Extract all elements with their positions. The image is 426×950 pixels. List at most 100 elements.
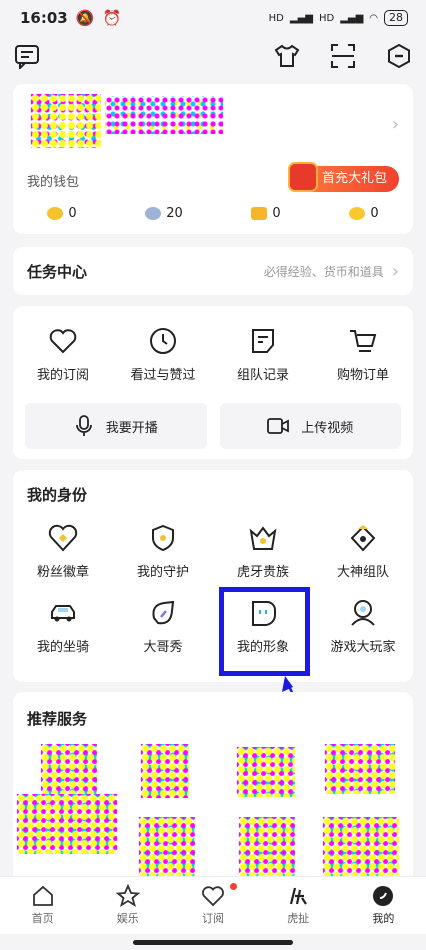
- tab-subscribe[interactable]: 订阅: [170, 877, 255, 934]
- identity-label: 我的守护: [136, 565, 189, 580]
- shortcuts-card: 我的订阅 看过与赞过 组队记录 购物订单 我要开播 上传视频: [13, 306, 413, 459]
- service-icon-pixelated[interactable]: [17, 794, 117, 854]
- tab-label: 订阅: [202, 912, 224, 925]
- shirt-icon[interactable]: [274, 43, 300, 69]
- shortcut-label: 组队记录: [236, 368, 289, 383]
- identity-label: 大哥秀: [143, 640, 183, 655]
- identity-title: 我的身份: [27, 486, 88, 504]
- identity-card: 我的身份 粉丝徽章 我的守护 虎牙贵族 大神组队 我的坐骑 大哥秀 我的形象 游…: [13, 470, 413, 682]
- fan-badge-icon: [48, 524, 78, 552]
- message-icon[interactable]: [14, 43, 40, 69]
- shortcut-team-records[interactable]: 组队记录: [213, 326, 313, 383]
- identity-big-brother-show[interactable]: 大哥秀: [113, 598, 213, 655]
- shortcut-history[interactable]: 看过与赞过: [113, 326, 213, 383]
- shortcut-label: 购物订单: [336, 368, 389, 383]
- me-icon: [373, 886, 394, 906]
- chevron-right-icon: ›: [391, 260, 399, 282]
- settings-icon[interactable]: [386, 43, 412, 69]
- shortcut-orders[interactable]: 购物订单: [313, 326, 413, 383]
- balance-value: 0: [370, 206, 379, 221]
- tab-huche[interactable]: 虎扯: [256, 877, 341, 934]
- top-bar: [0, 36, 426, 76]
- identity-guard[interactable]: 我的守护: [113, 523, 213, 580]
- tab-label: 我的: [372, 912, 395, 925]
- start-live-button[interactable]: 我要开播: [25, 403, 207, 449]
- coupon-icon: [349, 207, 366, 220]
- service-icon-pixelated[interactable]: [41, 744, 97, 794]
- upload-video-button[interactable]: 上传视频: [219, 403, 401, 449]
- gold-bean-icon: [251, 207, 268, 220]
- tab-me[interactable]: 我的: [341, 877, 426, 934]
- balance-value: 0: [68, 206, 77, 221]
- tab-home[interactable]: 首页: [0, 877, 85, 934]
- wifi-icon: ◠: [369, 12, 378, 24]
- service-icon-pixelated[interactable]: [325, 744, 395, 794]
- tab-label: 首页: [31, 912, 54, 925]
- identity-fan-badge[interactable]: 粉丝徽章: [13, 523, 113, 580]
- star-icon: [115, 884, 140, 907]
- balance-coupon[interactable]: 0: [349, 206, 379, 221]
- task-center-row[interactable]: 任务中心 必得经验、货币和道具 ›: [13, 247, 413, 295]
- start-live-label: 我要开播: [105, 420, 158, 436]
- balance-gold-bean[interactable]: 0: [251, 206, 281, 221]
- service-icon-pixelated[interactable]: [141, 744, 189, 798]
- shortcut-label: 看过与赞过: [130, 368, 196, 383]
- bottom-tab-bar: 首页 娱乐 订阅 虎扯 我的: [0, 876, 426, 934]
- profile-card[interactable]: › 我的钱包 首充大礼包 0 20 0 0: [13, 84, 413, 234]
- wallet-balances: 0 20 0 0: [13, 206, 413, 221]
- first-charge-promo-button[interactable]: 首充大礼包: [287, 162, 399, 192]
- gift-icon: [287, 162, 318, 192]
- gold-coin-icon: [47, 207, 64, 220]
- promo-label: 首充大礼包: [321, 171, 387, 186]
- identity-game-player[interactable]: 游戏大玩家: [313, 598, 413, 655]
- signal-icon: ▂▄▆: [289, 12, 313, 24]
- battery-icon: 28: [384, 10, 408, 26]
- highlight-box: [219, 587, 310, 676]
- video-camera-icon: [267, 418, 290, 434]
- upload-video-label: 上传视频: [301, 420, 354, 436]
- identity-label: 我的坐骑: [36, 640, 89, 655]
- shortcut-subscriptions[interactable]: 我的订阅: [13, 326, 113, 383]
- scan-icon[interactable]: [330, 43, 356, 69]
- big-brother-icon: [152, 600, 175, 625]
- balance-gold-coin[interactable]: 0: [47, 206, 77, 221]
- signal-label-2: HD: [318, 12, 335, 24]
- identity-label: 粉丝徽章: [36, 565, 89, 580]
- home-icon: [32, 885, 53, 906]
- identity-god-team[interactable]: 大神组队: [313, 523, 413, 580]
- task-center-subtitle: 必得经验、货币和道具: [263, 264, 384, 279]
- identity-label: 虎牙贵族: [236, 565, 289, 580]
- heart-icon: [202, 886, 224, 907]
- balance-value: 0: [272, 206, 281, 221]
- service-icon-pixelated[interactable]: [139, 817, 195, 877]
- recommend-title: 推荐服务: [27, 710, 88, 728]
- tab-label: 娱乐: [116, 912, 139, 925]
- status-time: 16:03: [20, 9, 68, 27]
- mute-icon: 🔕: [75, 9, 95, 27]
- service-icon-pixelated[interactable]: [237, 747, 295, 797]
- home-indicator: [133, 940, 293, 945]
- tab-entertainment[interactable]: 娱乐: [85, 877, 170, 934]
- identity-noble[interactable]: 虎牙贵族: [213, 523, 313, 580]
- status-bar: 16:03 🔕 ⏰ HD ▂▄▆ HD ▂▄▆ ◠ 28: [0, 0, 426, 36]
- service-icon-pixelated[interactable]: [323, 817, 399, 877]
- car-icon: [51, 605, 75, 622]
- balance-silver-bean[interactable]: 20: [145, 206, 183, 221]
- identity-mount[interactable]: 我的坐骑: [13, 598, 113, 655]
- recommend-card: 推荐服务: [13, 692, 413, 892]
- user-name-pixelated: [105, 96, 223, 134]
- god-team-icon: [350, 525, 376, 552]
- signal-icon-2: ▂▄▆: [340, 12, 364, 24]
- shortcut-label: 我的订阅: [36, 368, 89, 383]
- chevron-right-icon: ›: [391, 114, 399, 135]
- heart-icon: [49, 329, 77, 354]
- balance-value: 20: [166, 206, 183, 221]
- service-icon-pixelated[interactable]: [239, 817, 295, 877]
- alarm-icon: ⏰: [102, 9, 122, 27]
- user-avatar[interactable]: [31, 94, 101, 148]
- wallet-label: 我的钱包: [27, 175, 80, 190]
- task-center-title: 任务中心: [27, 262, 88, 281]
- silver-bean-icon: [145, 207, 162, 220]
- cart-icon: [350, 330, 377, 352]
- crown-icon: [249, 526, 277, 550]
